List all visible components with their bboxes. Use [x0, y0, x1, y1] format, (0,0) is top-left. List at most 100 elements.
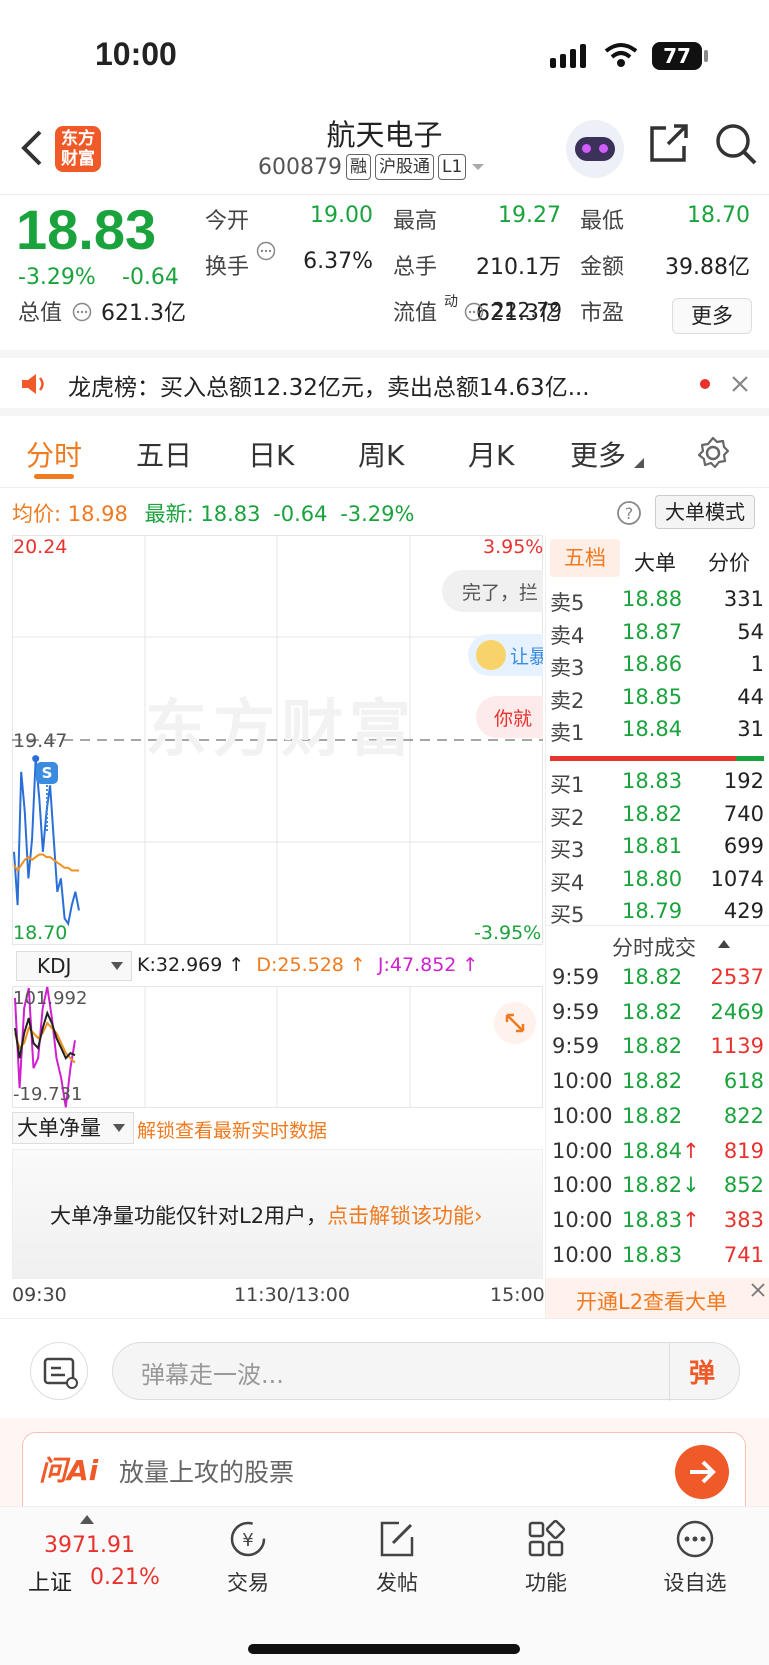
- tab-big-orders[interactable]: 大单: [634, 547, 676, 577]
- nav-functions[interactable]: 功能: [496, 1517, 596, 1597]
- quote-panel: 18.83 -3.29% -0.64 今开 19.00 最高 19.27 最低 18.70…: [0, 194, 769, 349]
- tick-row: 10:00 18.82 822: [550, 1102, 768, 1136]
- danmu-bubble[interactable]: 让暴: [468, 634, 543, 676]
- tab-more[interactable]: 更多: [570, 434, 626, 474]
- more-button[interactable]: 更多: [672, 298, 752, 334]
- home-indicator: [248, 1644, 520, 1654]
- bid-volume: 740: [723, 801, 764, 826]
- tick-row: 9:59 18.82 2469: [550, 998, 768, 1032]
- tab-5day[interactable]: 五日: [136, 434, 192, 474]
- big-net-select[interactable]: 大单净量: [12, 1112, 134, 1144]
- tick-time: 9:59: [552, 1034, 600, 1059]
- danmu-list-button[interactable]: [30, 1342, 88, 1400]
- index-value[interactable]: 3971.91: [44, 1533, 135, 1558]
- bid-volume: 699: [723, 834, 764, 858]
- ask-volume: 1: [750, 652, 764, 676]
- bid-volume: 429: [723, 899, 764, 923]
- bid-label: 买1: [550, 773, 585, 797]
- ai-search: 问Ai 放量上攻的股票: [0, 1418, 769, 1506]
- dragon-tiger-banner[interactable]: 龙虎榜：买入总额12.32亿元，卖出总额14.63亿...: [0, 350, 769, 416]
- danmu-bar: 弹幕走一波... 弹: [0, 1318, 769, 1418]
- signal-icon: [550, 44, 586, 68]
- tick-price: 18.84↑: [622, 1138, 700, 1163]
- gear-icon[interactable]: [696, 436, 730, 470]
- help-icon[interactable]: ?: [616, 500, 642, 526]
- kdj-chart[interactable]: [12, 986, 543, 1108]
- bid-level[interactable]: 买1 18.83 192: [550, 767, 768, 799]
- trade-icon: ¥: [230, 1521, 266, 1557]
- marker-point: [32, 755, 40, 763]
- ai-input[interactable]: 问Ai 放量上攻的股票: [22, 1432, 746, 1506]
- tick-volume: 383: [723, 1207, 764, 1232]
- watermark: 东方财富: [145, 692, 418, 765]
- ask-level[interactable]: 卖5 18.88 331: [550, 585, 768, 617]
- nav-trade[interactable]: ¥ 交易: [198, 1517, 298, 1597]
- bid-level[interactable]: 买4 18.80 1074: [550, 865, 768, 897]
- pct-max-label: 3.95%: [483, 536, 544, 558]
- tab-five-levels[interactable]: 五档: [550, 539, 620, 577]
- tick-volume: 741: [723, 1242, 764, 1267]
- rabbit-avatar: [476, 640, 506, 670]
- expand-button[interactable]: [494, 1002, 536, 1044]
- close-icon[interactable]: [730, 374, 750, 394]
- tick-volume: 852: [723, 1173, 764, 1198]
- nav-post[interactable]: 发帖: [347, 1517, 447, 1597]
- bid-level[interactable]: 买3 18.81 699: [550, 832, 768, 864]
- danmu-bubble[interactable]: 你就: [476, 696, 543, 738]
- info-dots-icon[interactable]: [256, 241, 276, 261]
- ask-level[interactable]: 卖3 18.86 1: [550, 650, 768, 682]
- tick-volume: 2537: [710, 965, 764, 989]
- tick-row: 10:00 18.83 741: [550, 1241, 768, 1275]
- tick-time: 10:00: [552, 1207, 613, 1232]
- indicator-select[interactable]: KDJ: [16, 951, 132, 981]
- bid-bar: [736, 756, 764, 761]
- ask-volume: 331: [723, 587, 764, 611]
- grid-icon: [528, 1519, 566, 1557]
- unlock-hint[interactable]: 解锁查看最新实时数据: [137, 1116, 327, 1143]
- quote-field-label: 最低: [580, 209, 625, 234]
- ask-level[interactable]: 卖1 18.84 31: [550, 715, 768, 747]
- caret-up-icon: [718, 940, 730, 948]
- status-bar: 10:00 77: [0, 0, 769, 110]
- tick-price: 18.82: [622, 1069, 683, 1094]
- close-icon[interactable]: [748, 1280, 768, 1300]
- ask-price: 18.86: [622, 652, 683, 676]
- ticks-header[interactable]: 分时成交: [546, 925, 769, 961]
- pe-superscript: 动: [444, 294, 458, 310]
- tab-weekly-k[interactable]: 周K: [358, 434, 404, 474]
- kdj-values: K:32.969 ↑ D:25.528 ↑ J:47.852 ↑: [137, 954, 479, 976]
- bid-level[interactable]: 买2 18.82 740: [550, 800, 768, 832]
- robot-avatar[interactable]: [566, 120, 624, 178]
- big-order-mode-button[interactable]: 大单模式: [655, 495, 755, 529]
- info-dots-icon[interactable]: [72, 302, 92, 322]
- ask-level[interactable]: 卖2 18.85 44: [550, 683, 768, 715]
- l2-bar[interactable]: 开通L2查看大单: [546, 1278, 769, 1318]
- arrow-right-icon: [690, 1460, 716, 1484]
- unlock-link[interactable]: 点击解锁该功能: [327, 1204, 474, 1228]
- search-icon[interactable]: [714, 122, 758, 166]
- ai-submit-button[interactable]: [675, 1445, 729, 1499]
- info-dots-icon[interactable]: [464, 302, 484, 322]
- signal-marker[interactable]: S: [36, 762, 58, 784]
- danmu-input[interactable]: 弹幕走一波... 弹: [112, 1342, 740, 1401]
- y-min-label: 18.70: [13, 922, 68, 944]
- tick-time: 9:59: [552, 965, 600, 989]
- quote-field-value: 210.1万: [476, 255, 561, 280]
- tab-intraday[interactable]: 分时: [26, 434, 82, 474]
- share-icon[interactable]: [648, 122, 690, 164]
- bid-price: 18.81: [622, 834, 683, 858]
- nav-add-watchlist[interactable]: 设自选: [645, 1517, 745, 1597]
- tab-monthly-k[interactable]: 月K: [468, 434, 514, 474]
- danmu-send-button[interactable]: 弹: [689, 1353, 715, 1390]
- stock-meta[interactable]: 600879 融 沪股通 L1: [258, 152, 486, 182]
- danmu-bubble[interactable]: 完了，拦: [442, 570, 543, 612]
- latest-change: -0.64: [273, 502, 328, 526]
- more-dots-icon: [676, 1520, 714, 1558]
- tick-row: 10:00 18.82 618: [550, 1067, 768, 1101]
- tab-price-dist[interactable]: 分价: [708, 547, 750, 577]
- index-name[interactable]: 上证: [28, 1565, 72, 1597]
- tick-time: 10:00: [552, 1103, 613, 1128]
- ask-level[interactable]: 卖4 18.87 54: [550, 618, 768, 650]
- tab-daily-k[interactable]: 日K: [248, 434, 294, 474]
- ask-volume: 54: [737, 619, 764, 644]
